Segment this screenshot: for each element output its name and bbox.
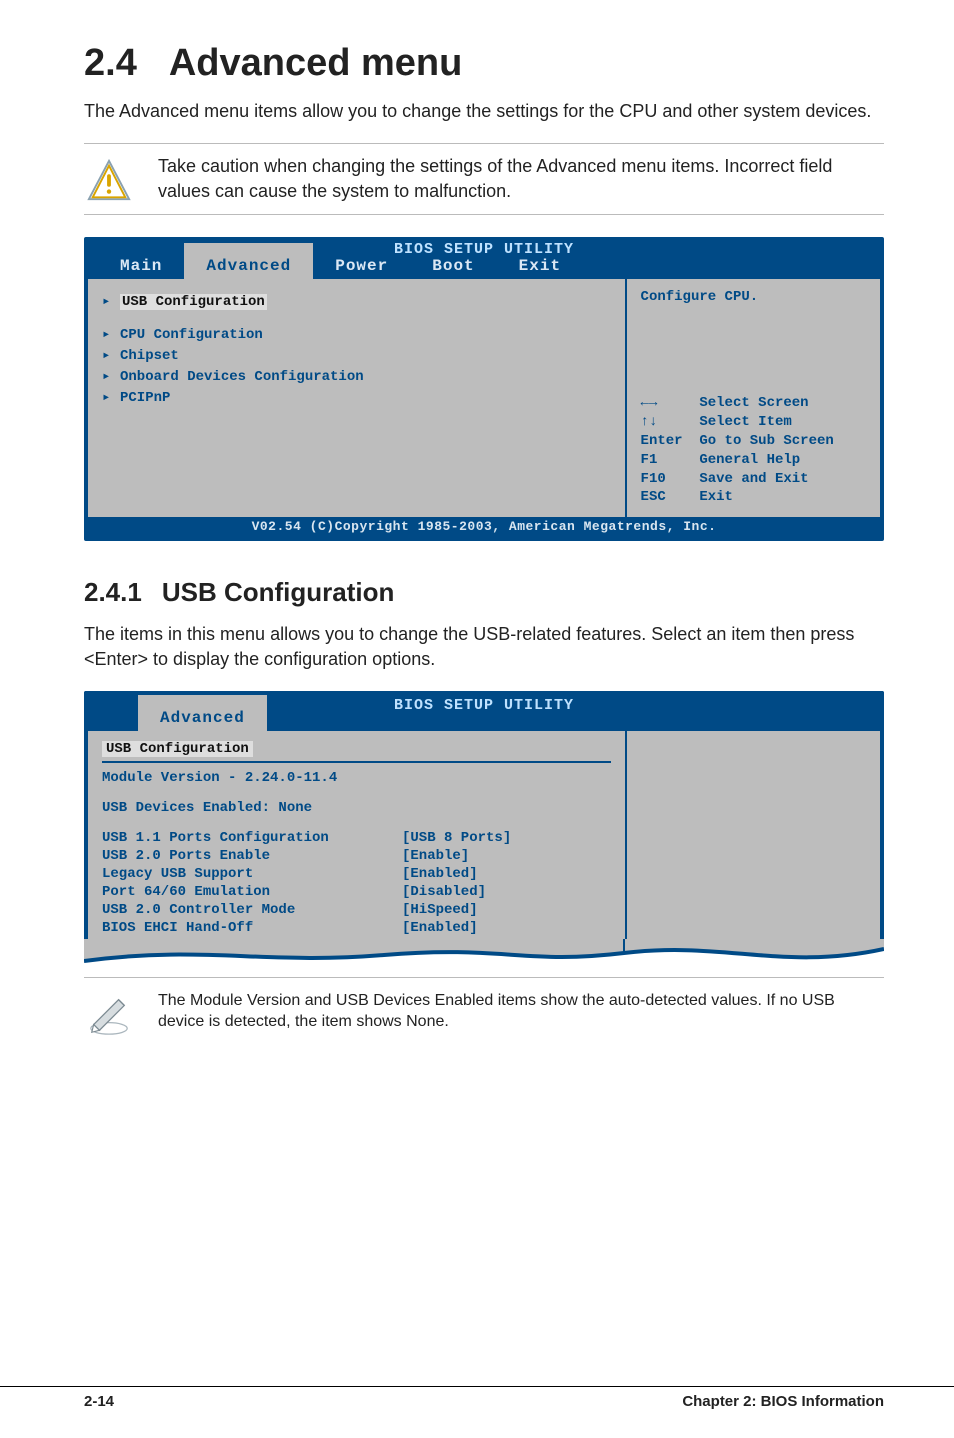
- setting-value: [Enabled]: [402, 866, 478, 882]
- setting-row[interactable]: USB 2.0 Ports Enable[Enable]: [102, 847, 611, 865]
- section-divider: [102, 761, 611, 763]
- setting-label: USB 2.0 Controller Mode: [102, 902, 402, 918]
- submenu-arrow-icon: ▸: [102, 293, 112, 310]
- bios2-panel: USB Configuration Module Version - 2.24.…: [88, 731, 627, 941]
- menu-label: Onboard Devices Configuration: [120, 369, 364, 385]
- setting-value: [HiSpeed]: [402, 902, 478, 918]
- menu-item-usb-configuration[interactable]: ▸ USB Configuration: [102, 291, 611, 312]
- menu-item-cpu-configuration[interactable]: ▸ CPU Configuration: [102, 324, 611, 345]
- heading-title: Advanced menu: [169, 42, 463, 84]
- bios-screen-usb-config: BIOS SETUP UTILITY Advanced USB Configur…: [84, 691, 884, 941]
- bios2-tab-bar: BIOS SETUP UTILITY Advanced: [88, 695, 880, 731]
- usb-devices-line: USB Devices Enabled: None: [102, 799, 611, 817]
- submenu-arrow-icon: ▸: [102, 347, 112, 364]
- menu-item-onboard-devices[interactable]: ▸ Onboard Devices Configuration: [102, 366, 611, 387]
- setting-label: USB 2.0 Ports Enable: [102, 848, 402, 864]
- setting-row[interactable]: BIOS EHCI Hand-Off[Enabled]: [102, 919, 611, 937]
- sub-heading-title: USB Configuration: [162, 577, 395, 607]
- setting-value: [Enable]: [402, 848, 469, 864]
- bios2-help-panel: [627, 731, 880, 941]
- setting-label: Port 64/60 Emulation: [102, 884, 402, 900]
- intro-paragraph: The Advanced menu items allow you to cha…: [84, 99, 884, 123]
- bios2-utility-title: BIOS SETUP UTILITY: [394, 697, 574, 714]
- bios-copyright-footer: V02.54 (C)Copyright 1985-2003, American …: [88, 517, 880, 537]
- tab-advanced[interactable]: Advanced: [138, 695, 267, 731]
- note-text: The Module Version and USB Devices Enabl…: [158, 990, 884, 1033]
- bios-tab-bar: BIOS SETUP UTILITY Main Advanced Power B…: [88, 241, 880, 279]
- page-footer: 2-14 Chapter 2: BIOS Information: [0, 1386, 954, 1410]
- menu-label: CPU Configuration: [120, 327, 263, 343]
- warning-icon: [86, 158, 132, 204]
- setting-row[interactable]: USB 2.0 Controller Mode[HiSpeed]: [102, 901, 611, 919]
- help-text: Configure CPU.: [641, 289, 866, 305]
- submenu-arrow-icon: ▸: [102, 389, 112, 406]
- bios-utility-title: BIOS SETUP UTILITY: [394, 241, 574, 258]
- chapter-label: Chapter 2: BIOS Information: [682, 1393, 884, 1410]
- usb-config-section-title: USB Configuration: [102, 741, 253, 757]
- warning-text: Take caution when changing the settings …: [158, 154, 884, 203]
- bios-screen-advanced: BIOS SETUP UTILITY Main Advanced Power B…: [84, 237, 884, 541]
- setting-label: Legacy USB Support: [102, 866, 402, 882]
- sub-intro-paragraph: The items in this menu allows you to cha…: [84, 622, 884, 671]
- warning-callout: Take caution when changing the settings …: [84, 143, 884, 215]
- bios-help-panel: Configure CPU. ←→ Select Screen ↑↓ Selec…: [627, 279, 880, 517]
- setting-row[interactable]: USB 1.1 Ports Configuration[USB 8 Ports]: [102, 829, 611, 847]
- page-heading: 2.4 Advanced menu: [84, 42, 884, 85]
- menu-label: USB Configuration: [120, 294, 267, 310]
- submenu-arrow-icon: ▸: [102, 368, 112, 385]
- heading-number: 2.4: [84, 42, 137, 84]
- sub-heading-number: 2.4.1: [84, 577, 142, 607]
- tab-main[interactable]: Main: [98, 243, 184, 279]
- page-number: 2-14: [84, 1393, 114, 1410]
- setting-value: [Disabled]: [402, 884, 486, 900]
- menu-label: PCIPnP: [120, 390, 170, 406]
- setting-label: BIOS EHCI Hand-Off: [102, 920, 402, 936]
- bios-menu-panel: ▸ USB Configuration ▸ CPU Configuration ▸ C…: [88, 279, 627, 517]
- setting-value: [Enabled]: [402, 920, 478, 936]
- menu-item-pcipnp[interactable]: ▸ PCIPnP: [102, 387, 611, 408]
- module-version-line: Module Version - 2.24.0-11.4: [102, 769, 611, 787]
- setting-label: USB 1.1 Ports Configuration: [102, 830, 402, 846]
- truncation-wave: [84, 939, 884, 973]
- menu-item-chipset[interactable]: ▸ Chipset: [102, 345, 611, 366]
- tab-advanced[interactable]: Advanced: [184, 243, 313, 279]
- setting-row[interactable]: Port 64/60 Emulation[Disabled]: [102, 883, 611, 901]
- key-legend: ←→ Select Screen ↑↓ Select Item Enter Go…: [641, 394, 866, 507]
- submenu-arrow-icon: ▸: [102, 326, 112, 343]
- setting-value: [USB 8 Ports]: [402, 830, 511, 846]
- setting-row[interactable]: Legacy USB Support[Enabled]: [102, 865, 611, 883]
- sub-heading: 2.4.1 USB Configuration: [84, 577, 884, 608]
- menu-label: Chipset: [120, 348, 179, 364]
- note-icon: [86, 992, 132, 1038]
- note-callout: The Module Version and USB Devices Enabl…: [84, 977, 884, 1044]
